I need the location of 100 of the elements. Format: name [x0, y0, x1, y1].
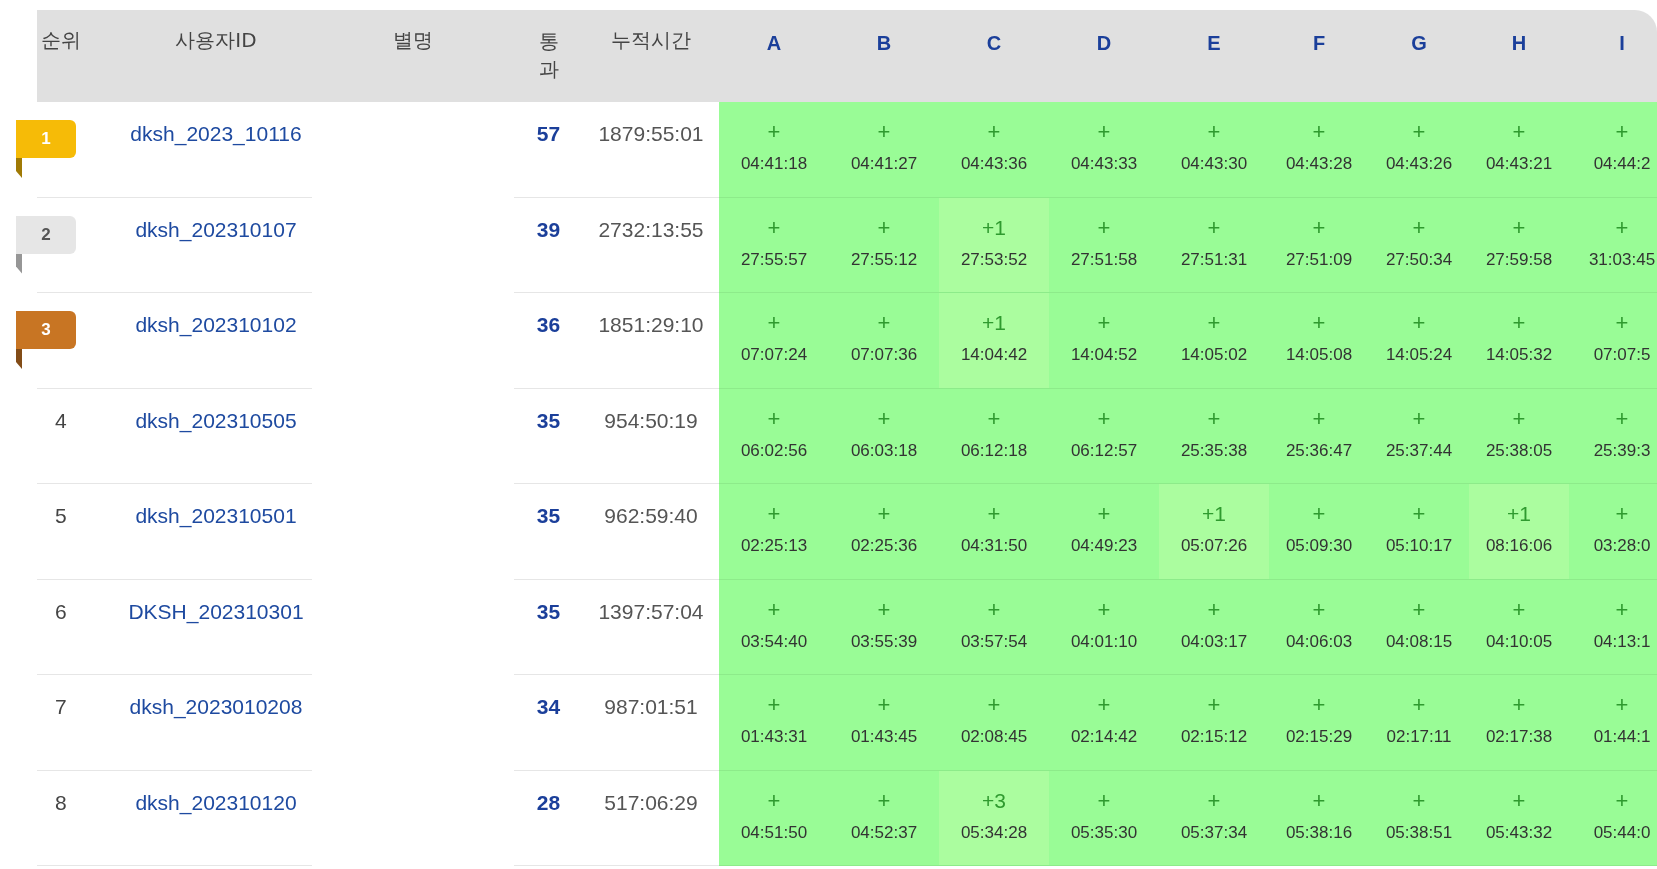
rank-number: 6 [55, 599, 67, 625]
solve-time: 27:51:31 [1180, 249, 1248, 270]
solve-time: 27:50:34 [1385, 249, 1453, 270]
solve-time: 04:52:37 [850, 822, 918, 843]
solve-time: 14:05:32 [1485, 345, 1553, 365]
attempt-mark: + [1312, 312, 1326, 334]
total-time: 987:01:51 [604, 695, 698, 720]
attempt-mark: + [1512, 407, 1526, 430]
solve-time: 27:51:58 [1070, 249, 1138, 270]
attempt-mark: + [1512, 121, 1526, 143]
attempt-mark: + [1207, 694, 1221, 716]
attempt-mark: + [877, 216, 891, 239]
attempt-mark: + [1412, 598, 1426, 621]
user-link[interactable]: DKSH_202310301 [128, 599, 304, 674]
attempt-mark: + [1097, 503, 1111, 525]
solve-time: 04:43:21 [1485, 154, 1553, 174]
attempt-mark: + [767, 216, 781, 239]
user-link[interactable]: dksh_202310501 [135, 504, 297, 579]
attempt-mark: + [1097, 694, 1111, 716]
user-link[interactable]: dksh_2023010208 [129, 695, 303, 770]
solve-time: 03:54:40 [740, 631, 808, 652]
attempt-mark: +1 [982, 216, 1006, 239]
solved-count[interactable]: 35 [536, 408, 561, 483]
attempt-mark: + [1615, 407, 1629, 430]
problem-link[interactable]: D [1096, 32, 1112, 54]
problem-link[interactable]: A [766, 32, 782, 54]
solve-time: 27:51:09 [1285, 249, 1353, 270]
user-link[interactable]: dksh_202310107 [135, 217, 297, 292]
solve-time: 05:10:17 [1385, 536, 1453, 556]
attempt-mark: + [1512, 216, 1526, 239]
solved-count[interactable]: 57 [536, 122, 561, 197]
solve-time: 02:15:29 [1285, 727, 1353, 747]
attempt-mark: + [1512, 598, 1526, 621]
problem-link[interactable]: I [1619, 32, 1625, 54]
attempt-mark: + [1615, 789, 1629, 812]
rank-number: 8 [55, 790, 67, 816]
attempt-mark: + [767, 121, 781, 143]
solved-count[interactable]: 35 [536, 504, 561, 579]
attempt-mark: + [1312, 598, 1326, 621]
attempt-mark: + [1207, 407, 1221, 430]
solve-time: 07:07:5 [1593, 345, 1651, 365]
user-link[interactable]: dksh_202310505 [135, 408, 297, 483]
attempt-mark: + [877, 407, 891, 430]
problem-link[interactable]: F [1312, 32, 1326, 54]
problem-link[interactable]: C [986, 32, 1002, 54]
user-link[interactable]: dksh_2023_10116 [130, 122, 302, 197]
attempt-mark: + [1615, 598, 1629, 621]
solved-count[interactable]: 34 [536, 695, 561, 770]
attempt-mark: + [1615, 503, 1629, 525]
solved-count[interactable]: 28 [536, 790, 561, 865]
attempt-mark: +1 [1202, 503, 1226, 525]
attempt-mark: + [1097, 598, 1111, 621]
solve-time: 04:03:17 [1180, 631, 1248, 652]
attempt-mark: +3 [982, 789, 1006, 812]
attempt-mark: + [767, 312, 781, 334]
attempt-mark: + [1207, 598, 1221, 621]
attempt-mark: + [767, 503, 781, 525]
solve-time: 04:01:10 [1070, 631, 1138, 652]
attempt-mark: + [767, 407, 781, 430]
attempt-mark: + [1312, 216, 1326, 239]
total-time: 1879:55:01 [598, 122, 704, 147]
attempt-mark: + [987, 503, 1001, 525]
solved-count[interactable]: 39 [536, 217, 561, 292]
attempt-mark: + [1512, 312, 1526, 334]
rank-number: 7 [55, 695, 67, 720]
total-time: 1397:57:04 [598, 599, 704, 625]
solve-time: 05:43:32 [1485, 822, 1553, 843]
solve-time: 05:35:30 [1070, 822, 1138, 843]
attempt-mark: +1 [982, 312, 1006, 334]
problem-link[interactable]: B [876, 32, 892, 54]
solved-count[interactable]: 35 [536, 599, 561, 674]
attempt-mark: + [767, 598, 781, 621]
total-time: 1851:29:10 [598, 313, 704, 338]
solve-time: 04:31:50 [960, 536, 1028, 556]
problem-link[interactable]: H [1511, 32, 1527, 54]
solve-time: 05:38:51 [1385, 822, 1453, 843]
solved-count[interactable]: 36 [536, 313, 561, 388]
attempt-mark: + [1097, 312, 1111, 334]
solve-time: 14:05:02 [1180, 345, 1248, 365]
column-header: 사용자ID [175, 27, 257, 54]
attempt-mark: + [1312, 407, 1326, 430]
attempt-mark: + [1512, 789, 1526, 812]
attempt-mark: + [877, 121, 891, 143]
column-header: 누적시간 [611, 27, 691, 54]
solve-time: 14:05:24 [1385, 345, 1453, 365]
solve-time: 25:39:3 [1593, 440, 1651, 461]
solve-time: 31:03:45 [1588, 249, 1656, 270]
solve-time: 27:55:57 [740, 249, 808, 270]
solve-time: 14:04:52 [1070, 345, 1138, 365]
solve-time: 02:14:42 [1070, 727, 1138, 747]
problem-link[interactable]: G [1411, 32, 1427, 54]
attempt-mark: + [1097, 407, 1111, 430]
solve-time: 04:08:15 [1385, 631, 1453, 652]
column-header: 별명 [393, 27, 433, 54]
attempt-mark: + [1312, 121, 1326, 143]
solve-time: 04:43:28 [1285, 154, 1353, 174]
rank-number: 5 [55, 504, 67, 529]
problem-link[interactable]: E [1207, 32, 1221, 54]
user-link[interactable]: dksh_202310120 [135, 790, 297, 865]
user-link[interactable]: dksh_202310102 [135, 313, 297, 388]
